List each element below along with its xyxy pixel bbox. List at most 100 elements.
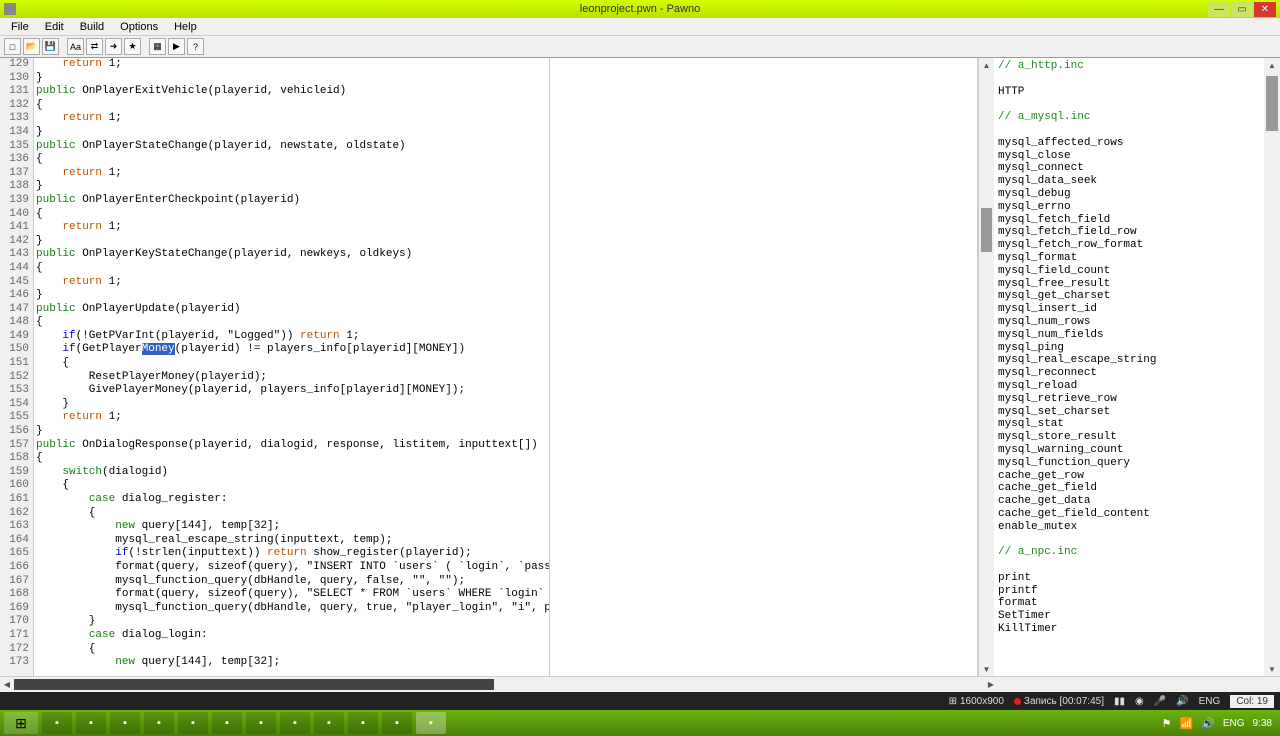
taskbar-note[interactable]: ▪: [382, 712, 412, 734]
taskbar-shell[interactable]: ▪: [416, 712, 446, 734]
replace-button[interactable]: ⇄: [86, 38, 103, 55]
function-list-item[interactable]: mysql_num_rows: [998, 316, 1260, 329]
function-list-item[interactable]: cache_get_data: [998, 495, 1260, 508]
taskbar-steam[interactable]: ▪: [144, 712, 174, 734]
function-list-item[interactable]: cache_get_field_content: [998, 508, 1260, 521]
open-button[interactable]: 📂: [23, 38, 40, 55]
taskbar-ps[interactable]: ▪: [76, 712, 106, 734]
tray-lang[interactable]: ENG: [1223, 718, 1245, 729]
include-header: // a_http.inc: [998, 60, 1260, 73]
function-list-item[interactable]: mysql_function_query: [998, 457, 1260, 470]
titlebar: leonproject.pwn - Pawno — ▭ ✕: [0, 0, 1280, 18]
volume-icon[interactable]: 🔊: [1176, 696, 1188, 707]
taskbar-vid[interactable]: ▪: [212, 712, 242, 734]
function-list-item[interactable]: mysql_stat: [998, 418, 1260, 431]
find-button[interactable]: Aa: [67, 38, 84, 55]
code-editor[interactable]: return 1;}public OnPlayerExitVehicle(pla…: [34, 58, 550, 676]
scroll-right-icon[interactable]: ▶: [984, 677, 998, 692]
function-list-item[interactable]: mysql_warning_count: [998, 444, 1260, 457]
function-list-item[interactable]: cache_get_field: [998, 482, 1260, 495]
menu-help[interactable]: Help: [167, 19, 204, 35]
function-list-item[interactable]: mysql_fetch_field: [998, 214, 1260, 227]
function-list-item[interactable]: mysql_num_fields: [998, 329, 1260, 342]
editor-blank-area[interactable]: [550, 58, 978, 676]
function-list-item[interactable]: mysql_get_charset: [998, 290, 1260, 303]
function-list-item[interactable]: mysql_store_result: [998, 431, 1260, 444]
system-tray[interactable]: ⚑ 📶 🔊 ENG 9:38: [1162, 717, 1276, 730]
tray-volume-icon[interactable]: 🔊: [1201, 717, 1215, 730]
function-list-item[interactable]: mysql_real_escape_string: [998, 354, 1260, 367]
function-list-item[interactable]: cache_get_row: [998, 470, 1260, 483]
menu-file[interactable]: File: [4, 19, 36, 35]
scroll-thumb[interactable]: [1266, 76, 1278, 131]
function-list-item[interactable]: mysql_fetch_field_row: [998, 226, 1260, 239]
function-list-item[interactable]: mysql_field_count: [998, 265, 1260, 278]
editor-vscrollbar[interactable]: ▲ ▼: [978, 58, 994, 676]
function-list-item[interactable]: mysql_format: [998, 252, 1260, 265]
function-list-item[interactable]: mysql_affected_rows: [998, 137, 1260, 150]
sidepanel-vscrollbar[interactable]: ▲ ▼: [1264, 58, 1280, 676]
language-indicator[interactable]: ENG: [1199, 696, 1221, 707]
scroll-thumb[interactable]: [981, 208, 992, 252]
mic-icon[interactable]: 🎤: [1154, 696, 1166, 707]
function-list-item[interactable]: KillTimer: [998, 623, 1260, 636]
tray-network-icon[interactable]: 📶: [1179, 717, 1193, 730]
taskbar-fm[interactable]: ▪: [178, 712, 208, 734]
compile-button[interactable]: ▦: [149, 38, 166, 55]
function-list-item[interactable]: mysql_set_charset: [998, 406, 1260, 419]
taskbar-term[interactable]: ▪: [246, 712, 276, 734]
function-list-item[interactable]: mysql_free_result: [998, 278, 1260, 291]
function-list-item[interactable]: SetTimer: [998, 610, 1260, 623]
function-list-item[interactable]: mysql_reconnect: [998, 367, 1260, 380]
taskbar: ⊞ ▪▪▪▪▪▪▪▪▪▪▪▪ ⚑ 📶 🔊 ENG 9:38: [0, 710, 1280, 736]
start-button[interactable]: ⊞: [4, 712, 38, 734]
scroll-down-icon[interactable]: ▼: [979, 662, 994, 676]
menubar: File Edit Build Options Help: [0, 18, 1280, 36]
app-icon: [4, 3, 16, 15]
function-list-item[interactable]: printf: [998, 585, 1260, 598]
close-button[interactable]: ✕: [1254, 2, 1276, 17]
taskbar-rec[interactable]: ▪: [348, 712, 378, 734]
function-list-panel[interactable]: // a_http.inc HTTP // a_mysql.inc mysql_…: [994, 58, 1264, 676]
column-indicator: Col: 19: [1230, 695, 1274, 708]
save-button[interactable]: 💾: [42, 38, 59, 55]
menu-options[interactable]: Options: [113, 19, 165, 35]
taskbar-mail[interactable]: ▪: [314, 712, 344, 734]
tray-time[interactable]: 9:38: [1253, 718, 1272, 729]
bookmark-button[interactable]: ★: [124, 38, 141, 55]
taskbar-skype[interactable]: ▪: [42, 712, 72, 734]
function-list-item[interactable]: format: [998, 597, 1260, 610]
function-list-item[interactable]: mysql_reload: [998, 380, 1260, 393]
function-list-item[interactable]: mysql_close: [998, 150, 1260, 163]
scroll-up-icon[interactable]: ▲: [979, 58, 994, 72]
function-list-item[interactable]: enable_mutex: [998, 521, 1260, 534]
function-list-item[interactable]: print: [998, 572, 1260, 585]
tray-flag-icon[interactable]: ⚑: [1162, 717, 1172, 730]
run-button[interactable]: ▶: [168, 38, 185, 55]
maximize-button[interactable]: ▭: [1231, 2, 1253, 17]
scroll-down-icon[interactable]: ▼: [1264, 662, 1280, 676]
taskbar-br[interactable]: ▪: [280, 712, 310, 734]
function-list-item[interactable]: mysql_data_seek: [998, 175, 1260, 188]
function-list-item[interactable]: mysql_ping: [998, 342, 1260, 355]
camera-icon[interactable]: ◉: [1135, 696, 1144, 707]
menu-edit[interactable]: Edit: [38, 19, 71, 35]
goto-button[interactable]: ➜: [105, 38, 122, 55]
function-list-item[interactable]: mysql_errno: [998, 201, 1260, 214]
new-button[interactable]: □: [4, 38, 21, 55]
function-list-item[interactable]: mysql_fetch_row_format: [998, 239, 1260, 252]
menu-build[interactable]: Build: [73, 19, 111, 35]
scroll-left-icon[interactable]: ◀: [0, 677, 14, 692]
function-list-item[interactable]: mysql_debug: [998, 188, 1260, 201]
help-button[interactable]: ?: [187, 38, 204, 55]
pause-icon[interactable]: ▮▮: [1114, 696, 1125, 707]
editor-hscrollbar[interactable]: ◀ ▶: [0, 677, 998, 692]
function-list-item[interactable]: mysql_retrieve_row: [998, 393, 1260, 406]
scroll-up-icon[interactable]: ▲: [1264, 58, 1280, 72]
taskbar-pdf[interactable]: ▪: [110, 712, 140, 734]
function-list-item[interactable]: HTTP: [998, 86, 1260, 99]
function-list-item[interactable]: mysql_connect: [998, 162, 1260, 175]
function-list-item[interactable]: mysql_insert_id: [998, 303, 1260, 316]
minimize-button[interactable]: —: [1208, 2, 1230, 17]
hscroll-thumb[interactable]: [14, 679, 494, 690]
